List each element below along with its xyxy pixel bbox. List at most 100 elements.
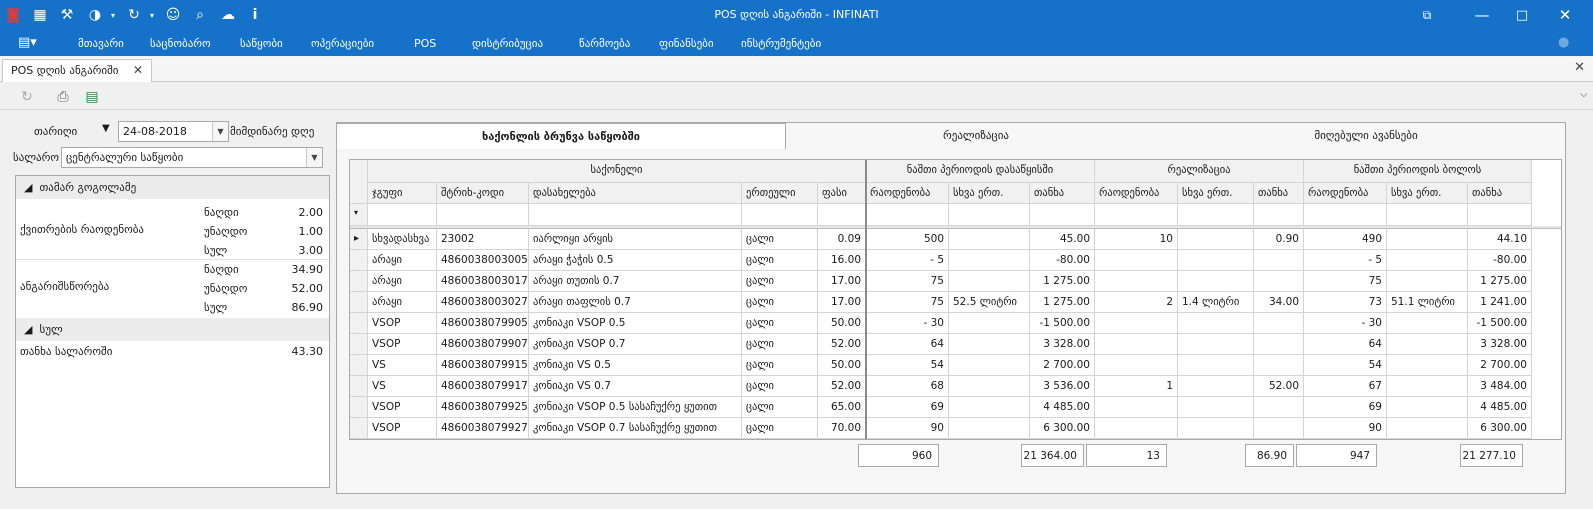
table-cell-group[interactable]: არაყი [368,292,437,313]
table-cell-name[interactable]: არაყი ჭაჭის 0.5 [529,250,742,271]
column-header-name[interactable]: დასახელება [529,183,742,204]
table-cell-sales-qty[interactable] [1095,397,1178,418]
menu-production[interactable]: წარმოება [579,37,630,50]
filter-row-icon[interactable]: ▾ [350,204,368,226]
table-cell-end-qty[interactable]: - 5 [1304,250,1387,271]
table-cell-end-sum[interactable]: 1 241.00 [1468,292,1532,313]
maximize-button[interactable]: □ [1508,4,1536,26]
restore-panel-icon[interactable]: ⧉ [1413,4,1441,26]
print-icon[interactable]: ⎙ [53,87,73,106]
row-indicator[interactable] [350,355,368,376]
table-cell-sales-qty[interactable] [1095,355,1178,376]
app-menu-icon[interactable]: ▤▾ [18,35,37,50]
filter-cell[interactable] [1387,204,1468,226]
table-cell-price[interactable]: 50.00 [818,313,866,334]
table-cell-unit[interactable]: ცალი [742,229,818,250]
table-cell-end-other-unit[interactable] [1387,376,1468,397]
table-cell-sales-sum[interactable] [1254,334,1304,355]
table-cell-sales-sum[interactable]: 52.00 [1254,376,1304,397]
table-cell-barcode[interactable]: 4860038003027 [437,292,529,313]
table-cell-sales-sum[interactable]: 0.90 [1254,229,1304,250]
table-cell-sales-qty[interactable] [1095,271,1178,292]
column-header-start-other-unit[interactable]: სხვა ერთ. [949,183,1030,204]
row-indicator[interactable] [350,292,368,313]
filter-cell[interactable] [1178,204,1254,226]
menu-warehouse[interactable]: საწყობი [240,37,283,50]
column-header-end-sum[interactable]: თანხა [1468,183,1532,204]
table-cell-sales-other-unit[interactable] [1178,376,1254,397]
current-row-indicator[interactable]: ▸ [350,229,368,250]
table-cell-name[interactable]: იარლიყი არყის [529,229,742,250]
table-cell-sales-sum[interactable] [1254,355,1304,376]
table-cell-end-qty[interactable]: 90 [1304,418,1387,439]
table-cell-end-sum[interactable]: 4 485.00 [1468,397,1532,418]
table-cell-end-other-unit[interactable] [1387,355,1468,376]
column-header-sales-sum[interactable]: თანხა [1254,183,1304,204]
table-cell-group[interactable]: არაყი [368,271,437,292]
table-cell-barcode[interactable]: 4860038079925 [437,397,529,418]
table-cell-start-qty[interactable]: 68 [866,376,949,397]
cashbox-select[interactable]: ცენტრალური საწყობი ▼ [61,147,323,168]
table-cell-end-other-unit[interactable] [1387,229,1468,250]
table-cell-barcode[interactable]: 4860038003017 [437,271,529,292]
table-cell-start-sum[interactable]: 1 275.00 [1030,271,1095,292]
table-cell-start-qty[interactable]: 75 [866,271,949,292]
table-cell-end-other-unit[interactable] [1387,313,1468,334]
table-cell-unit[interactable]: ცალი [742,292,818,313]
table-cell-group[interactable]: არაყი [368,250,437,271]
table-cell-group[interactable]: VSOP [368,397,437,418]
table-cell-start-other-unit[interactable] [949,313,1030,334]
column-header-sales-qty[interactable]: რაოდენობა [1095,183,1178,204]
table-cell-end-qty[interactable]: 75 [1304,271,1387,292]
filter-cell[interactable] [368,204,437,226]
table-cell-name[interactable]: კონიაკი VSOP 0.7 [529,334,742,355]
table-cell-end-qty[interactable]: 67 [1304,376,1387,397]
filter-cell[interactable] [529,204,742,226]
menu-tools[interactable]: ინსტრუმენტები [741,37,821,50]
table-cell-end-sum[interactable]: 3 328.00 [1468,334,1532,355]
column-header-barcode[interactable]: შტრიხ-კოდი [437,183,529,204]
collapse-icon[interactable]: ◢ [24,323,32,336]
table-cell-price[interactable]: 17.00 [818,292,866,313]
table-cell-sales-other-unit[interactable] [1178,313,1254,334]
table-cell-name[interactable]: კონიაკი VSOP 0.5 სასაჩუქრე ყუთით [529,397,742,418]
table-cell-start-sum[interactable]: 6 300.00 [1030,418,1095,439]
table-cell-unit[interactable]: ცალი [742,313,818,334]
table-cell-end-other-unit[interactable] [1387,418,1468,439]
filter-cell[interactable] [1030,204,1095,226]
table-cell-price[interactable]: 52.00 [818,334,866,355]
table-cell-barcode[interactable]: 4860038079927 [437,418,529,439]
column-header-end-other-unit[interactable]: სხვა ერთ. [1387,183,1468,204]
table-cell-group[interactable]: VSOP [368,334,437,355]
menu-distribution[interactable]: დისტრიბუცია [472,37,543,50]
table-cell-start-other-unit[interactable] [949,334,1030,355]
tab-goods-turnover[interactable]: ხაქონლის ბრუნვა საწყობში [336,123,786,149]
menu-references[interactable]: საცნობარო [150,37,211,50]
table-cell-start-other-unit[interactable] [949,229,1030,250]
table-cell-barcode[interactable]: 4860038003005 [437,250,529,271]
filter-cell[interactable] [949,204,1030,226]
table-cell-end-qty[interactable]: 490 [1304,229,1387,250]
table-cell-sales-other-unit[interactable] [1178,271,1254,292]
summary-group-header[interactable]: ◢ თამარ გოგოლამე [16,176,329,199]
table-cell-start-other-unit[interactable] [949,397,1030,418]
table-cell-start-sum[interactable]: 1 275.00 [1030,292,1095,313]
filter-cell[interactable] [818,204,866,226]
table-cell-name[interactable]: არაყი თაფლის 0.7 [529,292,742,313]
table-cell-name[interactable]: კონიაკი VSOP 0.5 [529,313,742,334]
table-cell-start-qty[interactable]: 64 [866,334,949,355]
table-cell-start-qty[interactable]: 90 [866,418,949,439]
table-cell-start-qty[interactable]: - 5 [866,250,949,271]
filter-cell[interactable] [1304,204,1387,226]
table-cell-barcode[interactable]: 4860038079907 [437,334,529,355]
table-cell-end-qty[interactable]: 73 [1304,292,1387,313]
table-cell-start-other-unit[interactable] [949,376,1030,397]
close-button[interactable]: ✕ [1551,4,1579,26]
collapse-icon[interactable]: ◢ [24,181,32,194]
table-cell-start-sum[interactable]: 2 700.00 [1030,355,1095,376]
table-cell-end-sum[interactable]: -80.00 [1468,250,1532,271]
table-cell-end-sum[interactable]: 44.10 [1468,229,1532,250]
table-cell-group[interactable]: სხვადასხვა [368,229,437,250]
table-cell-start-qty[interactable]: 75 [866,292,949,313]
tab-received-advances[interactable]: მიღებული ავანსები [1166,123,1566,149]
